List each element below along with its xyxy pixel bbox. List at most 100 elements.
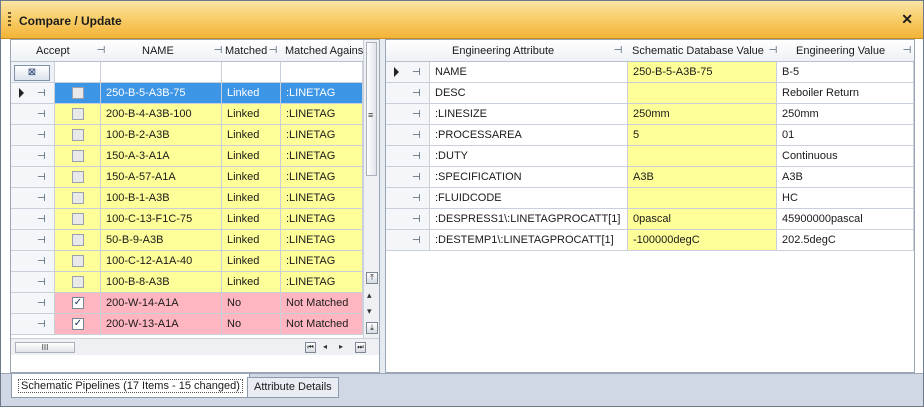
accept-cell[interactable] (55, 272, 101, 293)
matched-against-cell[interactable]: :LINETAG (281, 251, 363, 272)
attribute-name-cell[interactable]: :DUTY (430, 146, 628, 167)
engineering-attribute-column-header[interactable]: Engineering Attribute (452, 40, 617, 62)
name-cell[interactable]: 100-C-12-A1A-40 (101, 251, 222, 272)
filter-cell[interactable] (222, 62, 281, 83)
row-pin-icon[interactable]: ⊣ (37, 209, 46, 230)
row-gutter[interactable]: ⊣ (386, 62, 430, 83)
matched-cell[interactable]: Linked (222, 167, 281, 188)
matched-cell[interactable]: Linked (222, 230, 281, 251)
accept-checkbox[interactable] (72, 255, 84, 267)
filter-clear-button[interactable]: ⊠ (14, 65, 50, 81)
row-gutter[interactable]: ⊣ (11, 125, 55, 146)
matched-cell[interactable]: Linked (222, 146, 281, 167)
row-gutter[interactable]: ⊣ (11, 188, 55, 209)
row-pin-icon[interactable]: ⊣ (37, 230, 46, 251)
schematic-value-cell[interactable]: 0pascal (628, 209, 777, 230)
attribute-name-cell[interactable]: :SPECIFICATION (430, 167, 628, 188)
pin-icon[interactable]: ⊣ (267, 40, 279, 62)
table-row[interactable]: ⊣ :FLUIDCODE HC (386, 188, 914, 209)
row-gutter[interactable]: ⊣ (11, 272, 55, 293)
name-cell[interactable]: 200-W-14-A1A (101, 293, 222, 314)
accept-checkbox[interactable] (72, 192, 84, 204)
matched-cell[interactable]: Linked (222, 125, 281, 146)
row-pin-icon[interactable]: ⊣ (37, 188, 46, 209)
name-cell[interactable]: 100-B-2-A3B (101, 125, 222, 146)
row-pin-icon[interactable]: ⊣ (412, 83, 421, 104)
row-gutter[interactable]: ⊣ (11, 167, 55, 188)
matched-against-cell[interactable]: :LINETAG (281, 167, 363, 188)
engineering-value-cell[interactable]: 01 (777, 125, 914, 146)
accept-cell[interactable] (55, 251, 101, 272)
attribute-name-cell[interactable]: DESC (430, 83, 628, 104)
table-row[interactable]: ⊣ 150-A-3-A1A Linked:LINETAG (11, 146, 363, 167)
engineering-value-cell[interactable]: A3B (777, 167, 914, 188)
matched-cell[interactable]: Linked (222, 188, 281, 209)
scroll-up-arrow-icon[interactable]: ▴ (367, 290, 372, 301)
horizontal-scroll-thumb[interactable]: III (15, 342, 75, 353)
name-column-header[interactable]: NAME (142, 40, 207, 62)
row-gutter[interactable]: ⊣ (386, 146, 430, 167)
accept-cell[interactable]: ✓ (55, 293, 101, 314)
pin-icon[interactable]: ⊣ (767, 40, 779, 62)
matched-against-cell[interactable]: Not Matched (281, 293, 363, 314)
accept-cell[interactable] (55, 230, 101, 251)
matched-cell[interactable]: No (222, 314, 281, 335)
pin-icon[interactable]: ⊣ (212, 40, 224, 62)
table-row[interactable]: ⊣:LINESIZE 250mm 250mm (386, 104, 914, 125)
matched-cell[interactable]: Linked (222, 83, 281, 104)
vertical-scrollbar[interactable]: ≡ ⤒ ▴ ▾ ⤓ (363, 40, 379, 338)
table-row[interactable]: ⊣ 100-C-12-A1A-40 Linked:LINETAG (11, 251, 363, 272)
filter-cell[interactable] (101, 62, 222, 83)
row-pin-icon[interactable]: ⊣ (412, 188, 421, 209)
row-gutter[interactable]: ⊣ (386, 125, 430, 146)
matched-cell[interactable]: No (222, 293, 281, 314)
accept-checkbox[interactable] (72, 276, 84, 288)
accept-checkbox[interactable] (72, 150, 84, 162)
attribute-name-cell[interactable]: :LINESIZE (430, 104, 628, 125)
previous-record-icon[interactable]: ◂ (323, 342, 327, 351)
accept-cell[interactable] (55, 146, 101, 167)
row-gutter[interactable]: ⊣ (11, 104, 55, 125)
last-record-button[interactable]: ⏭ (355, 342, 366, 353)
name-cell[interactable]: 200-W-13-A1A (101, 314, 222, 335)
schematic-value-cell[interactable] (628, 146, 777, 167)
schematic-database-value-column-header[interactable]: Schematic Database Value (632, 40, 772, 62)
table-row[interactable]: ⊣ 250-B-5-A3B-75 Linked:LINETAG (11, 83, 363, 104)
row-gutter[interactable]: ⊣ (11, 293, 55, 314)
accept-checkbox[interactable] (72, 171, 84, 183)
pin-icon[interactable]: ⊣ (901, 40, 913, 62)
row-pin-icon[interactable]: ⊣ (37, 251, 46, 272)
name-cell[interactable]: 100-B-1-A3B (101, 188, 222, 209)
tab-attribute-details[interactable]: Attribute Details (247, 377, 339, 398)
engineering-value-column-header[interactable]: Engineering Value (796, 40, 906, 62)
name-cell[interactable]: 250-B-5-A3B-75 (101, 83, 222, 104)
schematic-value-cell[interactable]: 250mm (628, 104, 777, 125)
table-row[interactable]: ⊣:DESTEMP1\:LINETAGPROCATT[1] -100000degC… (386, 230, 914, 251)
row-pin-icon[interactable]: ⊣ (412, 209, 421, 230)
engineering-value-cell[interactable]: Continuous (777, 146, 914, 167)
name-cell[interactable]: 150-A-3-A1A (101, 146, 222, 167)
attribute-name-cell[interactable]: :FLUIDCODE (430, 188, 628, 209)
row-pin-icon[interactable]: ⊣ (412, 125, 421, 146)
close-button[interactable]: ✕ (901, 12, 913, 26)
row-pin-icon[interactable]: ⊣ (412, 62, 421, 83)
scroll-down-arrow-icon[interactable]: ▾ (367, 306, 372, 317)
accept-cell[interactable] (55, 188, 101, 209)
table-row[interactable]: ⊣ ✓ 200-W-13-A1A No Not Matched (11, 314, 363, 335)
accept-cell[interactable] (55, 209, 101, 230)
accept-cell[interactable] (55, 83, 101, 104)
pin-icon[interactable]: ⊣ (612, 40, 624, 62)
row-gutter[interactable]: ⊣ (386, 230, 430, 251)
table-row[interactable]: ⊣ 100-C-13-F1C-75 Linked:LINETAG (11, 209, 363, 230)
accept-checkbox[interactable] (72, 87, 84, 99)
engineering-value-cell[interactable]: 45900000pascal (777, 209, 914, 230)
row-pin-icon[interactable]: ⊣ (412, 230, 421, 251)
row-gutter[interactable]: ⊣ (386, 167, 430, 188)
row-pin-icon[interactable]: ⊣ (412, 167, 421, 188)
name-cell[interactable]: 100-B-8-A3B (101, 272, 222, 293)
engineering-value-cell[interactable]: HC (777, 188, 914, 209)
table-row[interactable]: ⊣:DESPRESS1\:LINETAGPROCATT[1] 0pascal 459… (386, 209, 914, 230)
row-pin-icon[interactable]: ⊣ (37, 104, 46, 125)
accept-cell[interactable] (55, 104, 101, 125)
attribute-name-cell[interactable]: :DESTEMP1\:LINETAGPROCATT[1] (430, 230, 628, 251)
